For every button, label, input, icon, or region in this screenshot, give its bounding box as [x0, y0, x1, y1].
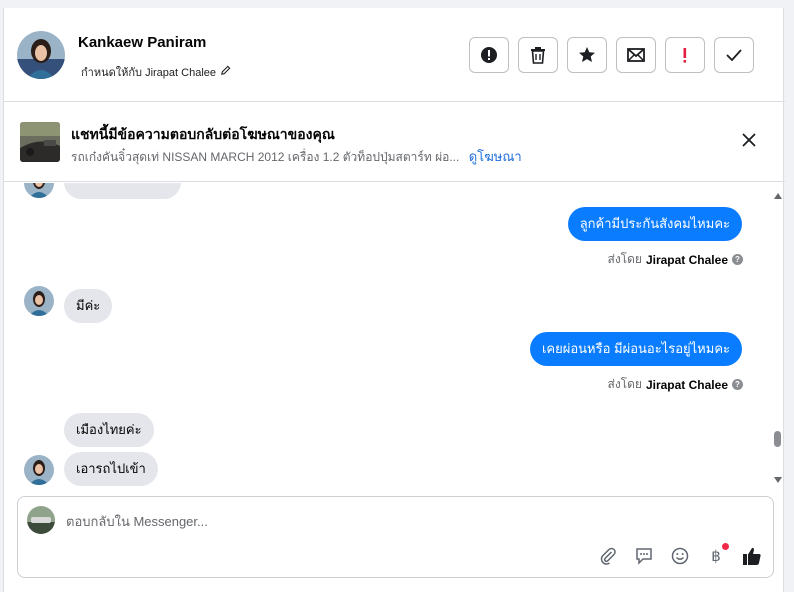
conversation-header: Kankaew Paniram กำหนดให้กับ Jirapat Chal…: [4, 8, 785, 102]
notification-dot: [722, 543, 729, 550]
pencil-icon[interactable]: [220, 65, 231, 79]
exclamation-icon: [683, 48, 687, 63]
thumbs-up-icon: [743, 547, 761, 565]
contact-name[interactable]: Kankaew Paniram: [78, 34, 206, 51]
attach-button[interactable]: [597, 545, 619, 567]
mark-spam-button[interactable]: [469, 37, 509, 73]
delete-button[interactable]: [518, 37, 558, 73]
baht-icon: ฿: [711, 547, 721, 565]
ad-thumbnail[interactable]: [20, 122, 60, 162]
message-thread[interactable]: ลูกค้ามีประกันสังคมไหมคะ ส่งโดย Jirapat …: [4, 183, 785, 493]
contact-avatar-small: [24, 183, 54, 198]
reply-input[interactable]: [66, 511, 666, 531]
follow-up-button[interactable]: [665, 37, 705, 73]
ad-banner-subtitle: รถเก๋งคันจิ๋วสุดเท่ NISSAN MARCH 2012 เค…: [71, 146, 522, 167]
mark-done-button[interactable]: [714, 37, 754, 73]
assigned-to-label: กำหนดให้กับ Jirapat Chalee: [81, 67, 217, 79]
smiley-icon: [671, 547, 689, 565]
header-actions: [469, 37, 754, 73]
message-bubble-incoming[interactable]: มีค่ะ: [64, 289, 113, 323]
message-bubble-outgoing[interactable]: เคยผ่อนหรือ มีผ่อนอะไรอยู่ไหมคะ: [529, 332, 742, 366]
chat-bubble-icon: [636, 548, 652, 565]
star-button[interactable]: [567, 37, 607, 73]
saved-replies-button[interactable]: [633, 545, 655, 567]
help-icon[interactable]: ?: [732, 254, 743, 265]
like-button[interactable]: [741, 545, 763, 567]
reply-composer: ฿: [17, 496, 774, 578]
top-strip: [0, 0, 794, 8]
alert-icon: [481, 47, 497, 63]
message-bubble-incoming[interactable]: เอารถไปเข้า: [64, 452, 158, 486]
sender-name: Jirapat Chalee: [645, 252, 728, 267]
view-ad-link[interactable]: ดูโฆษณา: [469, 149, 522, 164]
message-bubble-incoming[interactable]: เมืองไทยค่ะ: [64, 413, 154, 447]
sender-name: Jirapat Chalee: [645, 377, 728, 392]
message-bubble-outgoing[interactable]: ลูกค้ามีประกันสังคมไหมคะ: [567, 207, 742, 241]
payment-button[interactable]: ฿: [705, 543, 729, 567]
sent-by-label: ส่งโดย Jirapat Chalee ?: [608, 375, 743, 394]
ad-description: รถเก๋งคันจิ๋วสุดเท่ NISSAN MARCH 2012 เค…: [71, 150, 460, 164]
star-icon: [579, 47, 595, 62]
contact-avatar-small: [24, 455, 54, 485]
contact-avatar[interactable]: [17, 31, 65, 79]
emoji-button[interactable]: [669, 545, 691, 567]
chat-scrollbar[interactable]: [771, 183, 785, 493]
conversation-panel: Kankaew Paniram กำหนดให้กับ Jirapat Chal…: [3, 8, 785, 592]
close-banner-button[interactable]: [739, 130, 759, 150]
scroll-down-icon[interactable]: [774, 477, 782, 483]
ad-banner-title: แชทนี้มีข้อความตอบกลับต่อโฆษณาของคุณ: [71, 126, 335, 142]
assigned-to[interactable]: กำหนดให้กับ Jirapat Chalee: [81, 63, 231, 81]
check-icon: [726, 49, 742, 61]
mark-unread-button[interactable]: [616, 37, 656, 73]
composer-tools: ฿: [597, 543, 763, 567]
message-bubble-incoming[interactable]: [64, 183, 181, 199]
sent-by-label: ส่งโดย Jirapat Chalee ?: [608, 250, 743, 269]
paperclip-icon: [600, 547, 616, 565]
page-avatar: [27, 506, 55, 534]
contact-avatar-small: [24, 286, 54, 316]
envelope-icon: [627, 48, 645, 62]
scrollbar-thumb[interactable]: [774, 431, 781, 447]
scroll-up-icon[interactable]: [774, 193, 782, 199]
ad-reply-banner: แชทนี้มีข้อความตอบกลับต่อโฆษณาของคุณ รถเ…: [4, 102, 785, 182]
trash-icon: [531, 47, 545, 64]
close-icon: [742, 133, 756, 147]
help-icon[interactable]: ?: [732, 379, 743, 390]
